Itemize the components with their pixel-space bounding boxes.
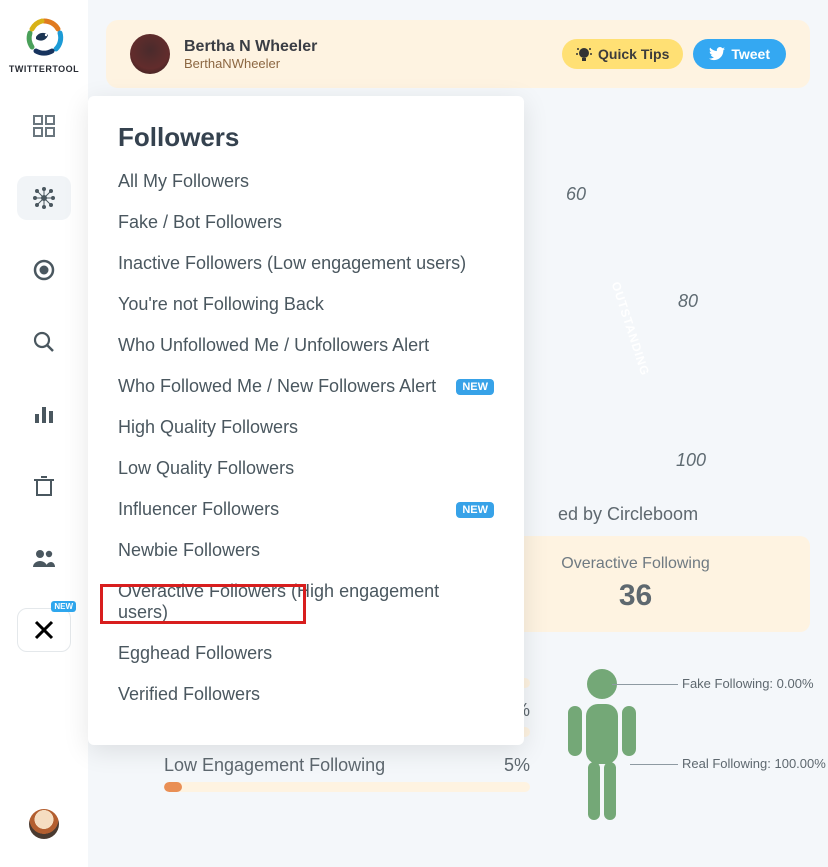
popover-item[interactable]: High Quality Followers	[88, 407, 524, 448]
new-badge: NEW	[456, 379, 494, 395]
bar-pct: 5%	[504, 755, 530, 776]
popover-item[interactable]: Influencer Followers NEW	[88, 489, 524, 530]
stat-label: Overactive Following	[561, 555, 710, 573]
popover-item-label: High Quality Followers	[118, 417, 298, 438]
top-actions: Quick Tips Tweet	[562, 39, 786, 69]
popover-title: Followers	[88, 122, 524, 161]
new-badge: NEW	[456, 502, 494, 518]
bulb-icon	[576, 46, 592, 62]
anno-line	[612, 684, 678, 685]
nav-search[interactable]	[17, 320, 71, 364]
gauge-label: OUTSTANDING	[609, 280, 653, 378]
tweet-button[interactable]: Tweet	[693, 39, 786, 69]
gauge-tick-100: 100	[676, 450, 706, 471]
popover-item-label: Overactive Followers (High engagement us…	[118, 581, 494, 623]
top-user-card: Bertha N Wheeler BerthaNWheeler Quick Ti…	[106, 20, 810, 88]
popover-item[interactable]: You're not Following Back	[88, 284, 524, 325]
popover-item[interactable]: All My Followers	[88, 161, 524, 202]
user-name: Bertha N Wheeler	[184, 38, 317, 56]
nav-analytics[interactable]	[17, 392, 71, 436]
brand-name: TWITTERTOOL	[9, 64, 79, 74]
dashboard-icon	[33, 115, 55, 137]
bar-label: Low Engagement Following	[164, 755, 385, 776]
anno-real: Real Following: 100.00%	[682, 756, 826, 771]
new-badge: NEW	[51, 601, 76, 612]
popover-item[interactable]: Verified Followers	[88, 674, 524, 715]
trash-icon	[34, 475, 54, 497]
person-icon	[556, 666, 676, 836]
popover-item[interactable]: Low Quality Followers	[88, 448, 524, 489]
popover-item[interactable]: Egghead Followers	[88, 633, 524, 674]
x-logo-icon	[34, 620, 54, 640]
anno-fake: Fake Following: 0.00%	[682, 676, 814, 691]
nav-x[interactable]: NEW	[17, 608, 71, 652]
popover-item[interactable]: Fake / Bot Followers	[88, 202, 524, 243]
body-graphic: Fake Following: 0.00% Real Following: 10…	[550, 672, 810, 810]
anno-line	[630, 764, 678, 765]
popover-item[interactable]: Overactive Followers (High engagement us…	[88, 571, 524, 633]
bar-fill	[164, 782, 182, 792]
popover-item-label: You're not Following Back	[118, 294, 324, 315]
popover-item-label: Fake / Bot Followers	[118, 212, 282, 233]
search-icon	[33, 331, 55, 353]
sidebar: TWITTERTOOL NEW	[0, 0, 88, 867]
nav-network[interactable]	[17, 176, 71, 220]
followers-popover: Followers All My Followers Fake / Bot Fol…	[88, 96, 524, 745]
popover-item[interactable]: Inactive Followers (Low engagement users…	[88, 243, 524, 284]
bar-row-low: Low Engagement Following 5%	[164, 755, 530, 792]
popover-list: All My Followers Fake / Bot Followers Inac…	[88, 161, 524, 715]
user-avatar	[130, 34, 170, 74]
quick-tips-label: Quick Tips	[598, 46, 669, 62]
app-logo	[21, 14, 67, 60]
popover-item-label: Who Unfollowed Me / Unfollowers Alert	[118, 335, 429, 356]
quick-tips-button[interactable]: Quick Tips	[562, 39, 683, 69]
network-icon	[31, 185, 57, 211]
user-block: Bertha N Wheeler BerthaNWheeler	[184, 38, 317, 71]
popover-item-label: Inactive Followers (Low engagement users…	[118, 253, 466, 274]
nav-target[interactable]	[17, 248, 71, 292]
gauge-tick-80: 80	[678, 291, 698, 312]
stat-value: 36	[619, 579, 652, 613]
target-icon	[33, 259, 55, 281]
popover-item[interactable]: Who Unfollowed Me / Unfollowers Alert	[88, 325, 524, 366]
popover-item-label: Verified Followers	[118, 684, 260, 705]
nav-people[interactable]	[17, 536, 71, 580]
popover-item-label: All My Followers	[118, 171, 249, 192]
nav-dashboard[interactable]	[17, 104, 71, 148]
people-icon	[32, 548, 56, 568]
analytics-icon	[33, 403, 55, 425]
gauge-tick-60: 60	[566, 184, 586, 205]
popover-item-label: Egghead Followers	[118, 643, 272, 664]
popover-item-label: Low Quality Followers	[118, 458, 294, 479]
nav-trash[interactable]	[17, 464, 71, 508]
popover-item[interactable]: Who Followed Me / New Followers Alert NEW	[88, 366, 524, 407]
popover-item[interactable]: Newbie Followers	[88, 530, 524, 571]
popover-item-label: Who Followed Me / New Followers Alert	[118, 376, 436, 397]
powered-by: ed by Circleboom	[558, 504, 698, 525]
nav: NEW	[17, 104, 71, 652]
twitter-icon	[709, 47, 725, 61]
user-avatar-small[interactable]	[29, 809, 59, 839]
tweet-label: Tweet	[731, 46, 770, 62]
popover-item-label: Newbie Followers	[118, 540, 260, 561]
user-handle: BerthaNWheeler	[184, 56, 317, 71]
popover-item-label: Influencer Followers	[118, 499, 279, 520]
